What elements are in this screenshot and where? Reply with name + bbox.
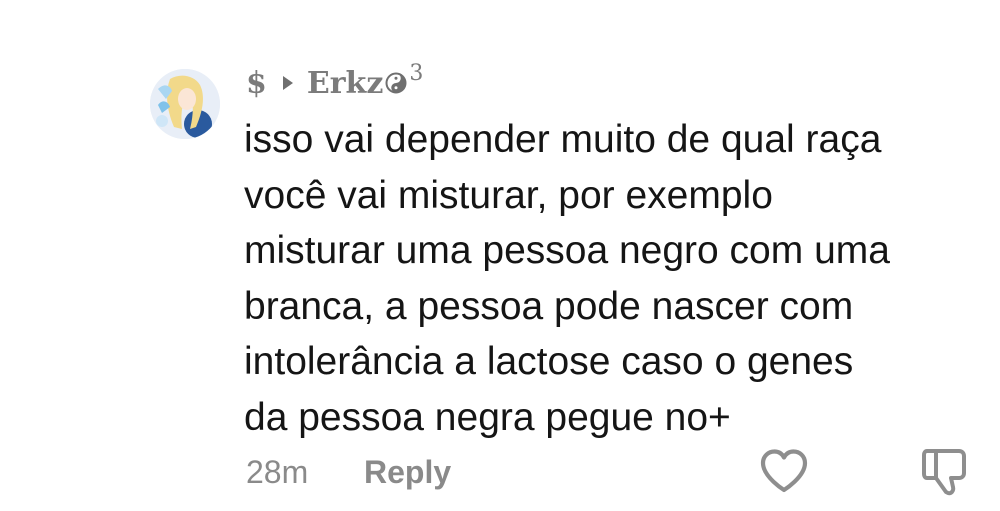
username-superscript: 3 <box>409 60 424 86</box>
comment-text-line: você vai misturar, por exemplo <box>244 173 773 217</box>
avatar[interactable] <box>150 69 220 139</box>
comment-timestamp: 28m <box>246 453 309 490</box>
heart-outline-icon <box>760 449 808 493</box>
like-button[interactable] <box>756 443 812 499</box>
username-prefix: $ <box>246 65 267 101</box>
comment-text-line: branca, a pessoa pode nascer com <box>244 284 854 328</box>
comment-text-line: da pessoa negra pegue no+ <box>244 395 731 439</box>
comment-text-line: misturar uma pessoa negro com uma <box>244 229 890 272</box>
reply-button[interactable]: Reply <box>364 454 451 491</box>
comment-text-line: isso vai depender muito de qual raça <box>244 118 882 161</box>
thumbs-down-outline-icon <box>922 449 966 496</box>
comment-item: $ Erkz 3 isso vai depender muito de qual… <box>0 0 1000 511</box>
comment-username[interactable]: $ Erkz 3 <box>246 58 423 108</box>
dislike-button[interactable] <box>916 443 972 499</box>
comment-text-line: intolerância a lactose caso o genes <box>244 340 854 383</box>
username-name: Erkz <box>306 65 384 101</box>
yin-yang-icon <box>385 72 407 94</box>
play-triangle-icon <box>282 76 293 90</box>
comment-text: isso vai depender muito de qual raça voc… <box>244 112 984 445</box>
comment-footer: 28m Reply <box>246 447 451 497</box>
